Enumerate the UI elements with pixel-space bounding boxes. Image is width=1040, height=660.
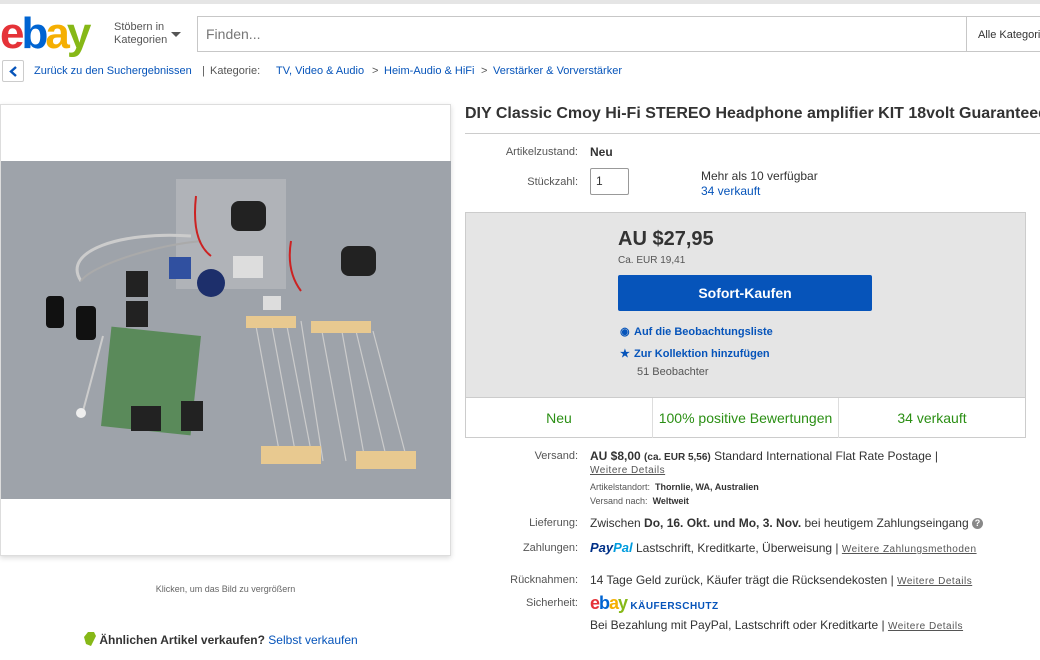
chevron-down-icon[interactable] xyxy=(171,32,181,37)
security-details-link[interactable]: Weitere Details xyxy=(888,621,963,632)
shipping-cost-approx: (ca. EUR 5,56) xyxy=(644,452,711,463)
breadcrumb-item-verstaerker[interactable]: Verstärker & Vorverstärker xyxy=(493,65,622,77)
header: ebay Stöbern in Kategorien Finden... All… xyxy=(0,0,1040,60)
help-icon[interactable]: ? xyxy=(971,518,983,529)
returns-row: 14 Tage Geld zurück, Käufer trägt die Rü… xyxy=(590,573,973,587)
stat-condition: Neu xyxy=(546,410,572,426)
delivery-label: Lieferung: xyxy=(529,517,578,529)
breadcrumb-item-heim-audio[interactable]: Heim-Audio & HiFi xyxy=(384,65,474,77)
breadcrumb-separator: | xyxy=(202,65,205,77)
buyer-protection: ebay KÄUFERSCHUTZ xyxy=(590,593,719,614)
star-icon: ★ xyxy=(620,348,630,360)
ebay-small-logo: ebay xyxy=(590,593,628,613)
quantity-input[interactable]: 1 xyxy=(590,168,629,195)
shipping-label: Versand: xyxy=(534,450,578,462)
security-label: Sicherheit: xyxy=(526,597,578,609)
watchers-count: 51 Beobachter xyxy=(637,366,709,378)
sell-similar: Ähnlichen Artikel verkaufen? Selbst verk… xyxy=(84,632,358,647)
tag-icon xyxy=(84,632,96,646)
breadcrumb-arrow: > xyxy=(481,65,488,77)
payments-label: Zahlungen: xyxy=(522,542,578,554)
buyer-protection-badge: KÄUFERSCHUTZ xyxy=(630,601,719,612)
category-select[interactable]: Alle Kategorien xyxy=(965,16,1040,52)
breadcrumb-arrow: > xyxy=(372,65,379,77)
stat-sold: 34 verkauft xyxy=(897,410,967,426)
browse-categories-button[interactable]: Stöbern in Kategorien xyxy=(114,21,167,47)
sold-count-link[interactable]: 34 verkauft xyxy=(701,184,760,198)
title-divider xyxy=(465,133,1040,134)
returns-label: Rücknahmen: xyxy=(510,574,578,586)
shipping-cost: AU $8,00 xyxy=(590,449,641,463)
delivery-row: Zwischen Do, 16. Okt. und Mo, 3. Nov. be… xyxy=(590,516,983,530)
shipping-row: AU $8,00 (ca. EUR 5,56) Standard Interna… xyxy=(590,449,938,463)
add-collection-link[interactable]: ★ Zur Kollektion hinzufügen xyxy=(620,347,770,360)
browse-line2: Kategorien xyxy=(114,34,168,46)
shipping-details: Weitere Details xyxy=(590,465,665,476)
paypal-logo: PayPal xyxy=(590,540,633,555)
price-approx: Ca. EUR 19,41 xyxy=(618,255,686,266)
image-caption: Klicken, um das Bild zu vergrößern xyxy=(155,584,296,594)
buy-now-button[interactable]: Sofort-Kaufen xyxy=(618,275,872,311)
breadcrumb-item-tv[interactable]: TV, Video & Audio xyxy=(276,65,364,77)
condition-value: Neu xyxy=(590,145,613,159)
quantity-label: Stückzahl: xyxy=(527,176,578,188)
payments-row: PayPal Lastschrift, Kreditkarte, Überwei… xyxy=(590,540,977,555)
item-location: Artikelstandort: Thornlie, WA, Australie… xyxy=(590,482,759,492)
delivery-dates: Do, 16. Okt. und Mo, 3. Nov. xyxy=(644,516,802,530)
more-payment-methods-link[interactable]: Weitere Zahlungsmethoden xyxy=(842,544,977,555)
availability-text: Mehr als 10 verfügbar xyxy=(701,169,818,183)
shipping-service: Standard International Flat Rate Postage… xyxy=(714,449,939,463)
price: AU $27,95 xyxy=(618,228,714,250)
breadcrumb: Zurück zu den Suchergebnissen | Kategori… xyxy=(0,60,1040,82)
search-input[interactable]: Finden... xyxy=(197,16,967,52)
image-frame[interactable] xyxy=(0,104,451,556)
back-to-results-link[interactable]: Zurück zu den Suchergebnissen xyxy=(34,65,192,77)
item-title: DIY Classic Cmoy Hi-Fi STEREO Headphone … xyxy=(465,105,1040,122)
chevron-left-icon xyxy=(9,66,17,77)
product-photo[interactable] xyxy=(1,161,451,499)
kit-components-illustration xyxy=(1,161,451,499)
eye-icon: ◉ xyxy=(620,326,630,338)
stats-bar: Neu 100% positive Bewertungen 34 verkauf… xyxy=(466,397,1025,438)
back-button[interactable] xyxy=(2,60,24,82)
returns-details-link[interactable]: Weitere Details xyxy=(897,576,972,587)
shipping-details-link[interactable]: Weitere Details xyxy=(590,465,665,476)
condition-label: Artikelzustand: xyxy=(505,146,578,158)
ebay-logo[interactable]: ebay xyxy=(0,12,91,56)
category-label: Kategorie: xyxy=(210,65,261,77)
sell-yourself-link[interactable]: Selbst verkaufen xyxy=(268,633,357,647)
security-row: Bei Bezahlung mit PayPal, Lastschrift od… xyxy=(590,618,964,632)
browse-line1: Stöbern in xyxy=(114,21,165,33)
watchlist-link[interactable]: ◉ Auf die Beobachtungsliste xyxy=(620,325,773,338)
payment-methods: Lastschrift, Kreditkarte, Überweisung | xyxy=(636,541,839,555)
ships-to: Versand nach: Weltweit xyxy=(590,496,689,506)
stat-feedback: 100% positive Bewertungen xyxy=(658,410,833,426)
sell-similar-label: Ähnlichen Artikel verkaufen? xyxy=(99,633,265,647)
